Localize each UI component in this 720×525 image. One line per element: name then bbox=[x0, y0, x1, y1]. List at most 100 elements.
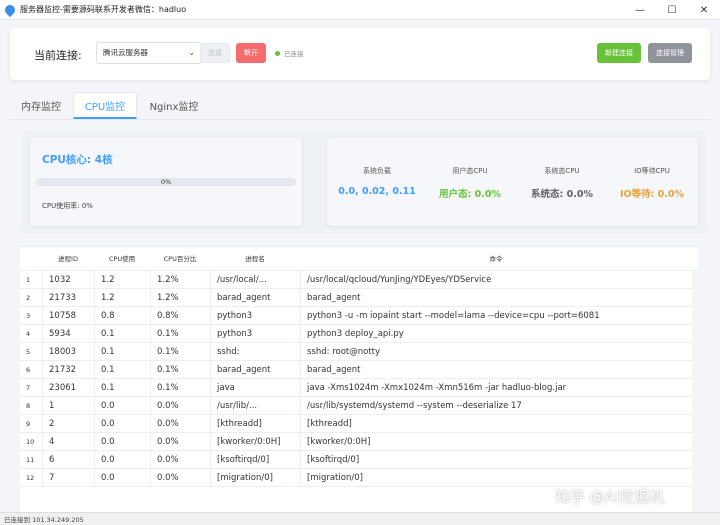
process-table: 进程ID CPU使用 CPU百分比 进程名 命令 1 1032 1.2 1.2%/us… bbox=[20, 246, 698, 512]
cell-pid: 4 bbox=[42, 433, 94, 451]
watermark-text: 知乎 @AI挖掘机 bbox=[555, 488, 665, 506]
cell-process-name: barad_agent bbox=[210, 361, 300, 379]
status-bar: 已连接到 101.34.249.205 bbox=[0, 512, 720, 525]
cell-pid: 1 bbox=[42, 397, 94, 415]
cell-cpu-usage: 0.0 bbox=[94, 397, 150, 415]
cell-cpu-usage: 0.0 bbox=[94, 451, 150, 469]
table-row[interactable]: 6 21732 0.1 0.1% barad_agent barad_agent bbox=[20, 361, 698, 379]
cell-cpu-usage: 0.1 bbox=[94, 343, 150, 361]
stat-value: 用户态: 0.0% bbox=[439, 189, 501, 200]
stat-value: 0.0, 0.02, 0.11 bbox=[338, 186, 416, 197]
table-row[interactable]: 9 2 0.0 0.0% [kthreadd] [kthreadd] bbox=[20, 415, 698, 433]
cell-cpu-percent: 1.2% bbox=[150, 289, 210, 307]
cell-index: 2 bbox=[26, 294, 31, 302]
cell-cpu-usage: 0.1 bbox=[94, 361, 150, 379]
cell-index: 4 bbox=[26, 330, 31, 338]
cell-command: /usr/lib/systemd/systemd --system --dese… bbox=[300, 397, 692, 415]
cell-process-name: java bbox=[210, 379, 300, 397]
cpu-cores-label: CPU核心: 4核 bbox=[42, 154, 113, 166]
table-row[interactable]: 4 5934 0.1 0.1% python3 python3 deploy_api.py bbox=[20, 325, 698, 343]
table-row[interactable]: 2 21733 1.2 1.2% barad_agent barad_agent bbox=[20, 289, 698, 307]
server-select-value: 腾讯云服务器 bbox=[103, 48, 148, 57]
column-header-index bbox=[20, 247, 42, 271]
cell-process-name: [migration/0] bbox=[210, 469, 300, 487]
cell-process-name: [kthreadd] bbox=[210, 415, 300, 433]
close-button[interactable]: ✕ bbox=[688, 0, 720, 20]
tab-cpu[interactable]: CPU监控 bbox=[73, 92, 137, 119]
cpu-progress-text: 0% bbox=[160, 178, 172, 186]
cell-cpu-usage: 1.2 bbox=[94, 271, 150, 289]
cell-pid: 2 bbox=[42, 415, 94, 433]
cell-process-name: [kworker/0:0H] bbox=[210, 433, 300, 451]
cell-cpu-usage: 0.0 bbox=[94, 415, 150, 433]
tab-memory[interactable]: 内存监控 bbox=[16, 92, 66, 119]
table-row[interactable]: 5 18003 0.1 0.1% sshd: sshd: root@notty bbox=[20, 343, 698, 361]
cell-command: [kworker/0:0H] bbox=[300, 433, 692, 451]
table-row[interactable]: 12 7 0.0 0.0% [migration/0] [migration/0] bbox=[20, 469, 698, 487]
new-connection-button[interactable]: 新建连接 bbox=[597, 43, 641, 63]
table-scrollbar[interactable] bbox=[692, 271, 698, 512]
cell-command: /usr/local/qcloud/YunJing/YDEyes/YDServi… bbox=[300, 271, 692, 289]
manage-connections-button[interactable]: 连接管理 bbox=[648, 43, 692, 63]
column-header-command[interactable]: 命令 bbox=[300, 247, 692, 271]
disconnect-button[interactable]: 断开 bbox=[236, 43, 266, 63]
connect-button[interactable]: 连接 bbox=[200, 43, 230, 63]
tab-nginx[interactable]: Nginx监控 bbox=[144, 92, 204, 119]
cell-process-name: sshd: bbox=[210, 343, 300, 361]
cell-cpu-percent: 0.0% bbox=[150, 451, 210, 469]
cell-cpu-percent: 0.0% bbox=[150, 397, 210, 415]
cell-cpu-percent: 0.1% bbox=[150, 379, 210, 397]
cell-process-name: python3 bbox=[210, 325, 300, 343]
table-row[interactable]: 11 6 0.0 0.0% [ksoftirqd/0] [ksoftirqd/0] bbox=[20, 451, 698, 469]
cpu-usage-text: CPU使用率: 0% bbox=[42, 202, 93, 210]
cell-command: [kthreadd] bbox=[300, 415, 692, 433]
table-row[interactable]: 1 1032 1.2 1.2%/usr/local/.../usr/local/qcl… bbox=[20, 271, 698, 289]
cell-command: barad_agent bbox=[300, 289, 692, 307]
stat-value: 系统态: 0.0% bbox=[531, 189, 593, 200]
cell-command: [migration/0] bbox=[300, 469, 692, 487]
cell-cpu-percent: 0.0% bbox=[150, 433, 210, 451]
connection-status: 已连接 bbox=[284, 50, 304, 58]
cell-process-name: /usr/local/... bbox=[210, 271, 300, 289]
current-connection-label: 当前连接: bbox=[34, 49, 82, 62]
cell-pid: 7 bbox=[42, 469, 94, 487]
table-row[interactable]: 8 1 0.0 0.0%/usr/lib/.../usr/lib/systemd/sy… bbox=[20, 397, 698, 415]
stat-label: 用户态CPU bbox=[452, 167, 488, 175]
app-icon bbox=[2, 2, 18, 17]
cell-cpu-percent: 0.1% bbox=[150, 325, 210, 343]
cell-cpu-usage: 0.1 bbox=[94, 325, 150, 343]
table-row[interactable]: 10 4 0.0 0.0% [kworker/0:0H] [kworker/0:0H] bbox=[20, 433, 698, 451]
cell-index: 6 bbox=[26, 366, 31, 374]
status-dot-icon bbox=[275, 51, 280, 56]
cell-process-name: python3 bbox=[210, 307, 300, 325]
cell-command: barad_agent bbox=[300, 361, 692, 379]
cell-pid: 10758 bbox=[42, 307, 94, 325]
window-controls: — ☐ ✕ bbox=[624, 0, 720, 20]
tab-bar: 内存监控 CPU监控 Nginx监控 bbox=[10, 92, 710, 120]
cell-command: sshd: root@notty bbox=[300, 343, 692, 361]
column-header-cpu-percent[interactable]: CPU百分比 bbox=[150, 247, 210, 271]
stat-value: IO等待: 0.0% bbox=[619, 189, 685, 200]
title-bar: 服务器监控-需要源码联系开发者微信：hadluo — ☐ ✕ bbox=[0, 0, 720, 20]
cell-process-name: barad_agent bbox=[210, 289, 300, 307]
cell-pid: 21732 bbox=[42, 361, 94, 379]
minimize-button[interactable]: — bbox=[624, 0, 656, 20]
connection-panel: 当前连接: 腾讯云服务器 ⌄ 连接 断开 已连接 新建连接 连接管理 bbox=[10, 28, 710, 80]
maximize-button[interactable]: ☐ bbox=[656, 0, 688, 20]
cpu-stats-card: 系统负载 0.0, 0.02, 0.11 用户态CPU 用户态: 0.0% 系统… bbox=[327, 138, 698, 226]
column-header-process-name[interactable]: 进程名 bbox=[210, 247, 300, 271]
cell-pid: 23061 bbox=[42, 379, 94, 397]
stat-label: 系统负载 bbox=[363, 167, 391, 175]
table-row[interactable]: 3 10758 0.8 0.8% python3 python3 -u -m iopain… bbox=[20, 307, 698, 325]
cell-cpu-percent: 0.1% bbox=[150, 343, 210, 361]
cell-cpu-usage: 0.8 bbox=[94, 307, 150, 325]
cell-cpu-percent: 0.8% bbox=[150, 307, 210, 325]
column-header-cpu-usage[interactable]: CPU使用 bbox=[94, 247, 150, 271]
cell-index: 10 bbox=[26, 438, 35, 446]
column-header-pid[interactable]: 进程ID bbox=[42, 247, 94, 271]
table-row[interactable]: 7 23061 0.1 0.1% java java -Xms1024m -Xmx1024… bbox=[20, 379, 698, 397]
cpu-core-card: CPU核心: 4核 0% CPU使用率: 0% bbox=[30, 138, 302, 226]
table-header: 进程ID CPU使用 CPU百分比 进程名 命令 bbox=[20, 247, 698, 271]
server-select[interactable]: 腾讯云服务器 ⌄ bbox=[96, 42, 202, 64]
cell-index: 12 bbox=[26, 474, 35, 482]
